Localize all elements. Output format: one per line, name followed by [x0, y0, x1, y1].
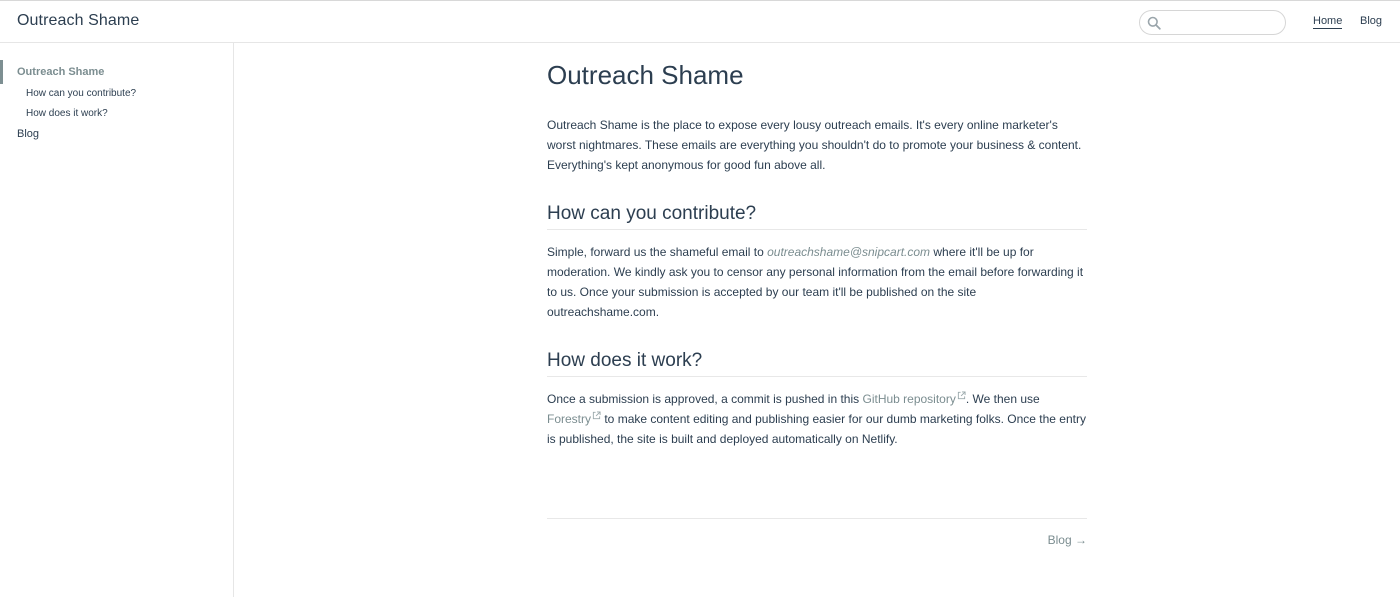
work-paragraph: Once a submission is approved, a commit … [547, 389, 1087, 449]
external-link-icon [957, 391, 966, 400]
sidebar-active-indicator [0, 60, 3, 84]
work-text-1: Once a submission is approved, a commit … [547, 392, 863, 406]
forestry-link-label: Forestry [547, 412, 592, 426]
nav-blog-link[interactable]: Blog [1360, 15, 1382, 27]
external-link-icon [592, 411, 601, 420]
sidebar-item-how-does-it-work[interactable]: How does it work? [26, 108, 108, 119]
github-repository-link[interactable]: GitHub repository [862, 391, 966, 406]
contribute-text-before: Simple, forward us the shameful email to [547, 245, 768, 259]
contribute-paragraph: Simple, forward us the shameful email to… [547, 242, 1087, 322]
forestry-link[interactable]: Forestry [547, 411, 601, 426]
search-input[interactable] [1164, 14, 1279, 32]
contact-email-link[interactable]: outreachshame@snipcart.com [767, 245, 930, 259]
sidebar: Outreach Shame How can you contribute? H… [0, 43, 234, 597]
sidebar-item-blog[interactable]: Blog [17, 128, 39, 140]
heading-how-can-you-contribute: How can you contribute? [547, 203, 1087, 230]
work-text-2: . We then use [965, 392, 1040, 406]
search-icon [1147, 16, 1161, 30]
top-navbar: Outreach Shame Home Blog [0, 0, 1400, 43]
intro-paragraph: Outreach Shame is the place to expose ev… [547, 118, 1082, 172]
sidebar-item-outreach-shame[interactable]: Outreach Shame [17, 66, 104, 78]
github-link-label: GitHub repository [862, 392, 956, 406]
heading-how-does-it-work: How does it work? [547, 350, 1087, 377]
sidebar-item-how-can-you-contribute[interactable]: How can you contribute? [26, 88, 136, 99]
page-footer-divider [547, 518, 1087, 519]
work-text-3: to make content editing and publishing e… [547, 412, 1086, 446]
site-title-link[interactable]: Outreach Shame [17, 12, 139, 30]
search-box[interactable] [1139, 10, 1286, 35]
page-title: Outreach Shame [547, 60, 744, 90]
next-page-blog-link[interactable]: Blog → [1048, 533, 1087, 547]
nav-home-link[interactable]: Home [1313, 15, 1343, 29]
